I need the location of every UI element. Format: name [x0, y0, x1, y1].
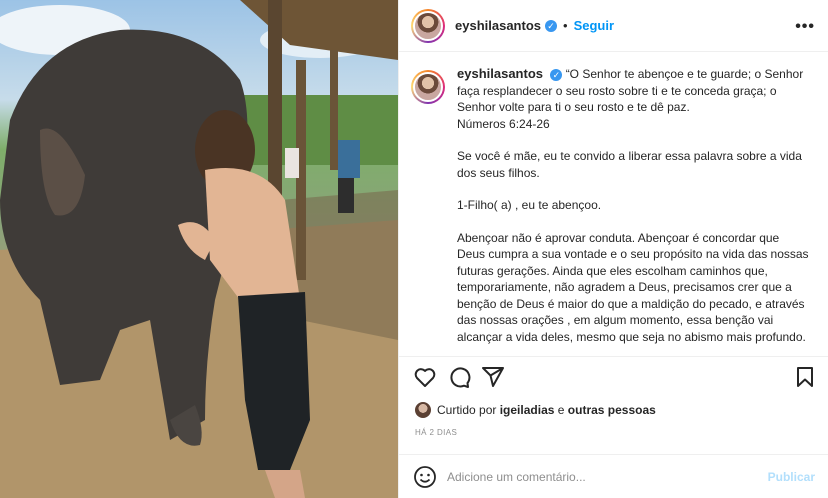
- caption-username[interactable]: eyshilasantos: [457, 66, 543, 81]
- heart-icon[interactable]: [413, 365, 437, 389]
- more-options-icon[interactable]: •••: [795, 18, 815, 36]
- caption-avatar[interactable]: [411, 70, 445, 104]
- follow-button[interactable]: Seguir: [574, 18, 614, 33]
- author-avatar[interactable]: [411, 8, 445, 43]
- publish-button[interactable]: Publicar: [768, 470, 815, 484]
- liker-avatar[interactable]: [415, 402, 431, 418]
- separator-dot: •: [563, 18, 568, 33]
- likes-connector: e: [557, 403, 565, 417]
- author-username[interactable]: eyshilasantos: [455, 18, 541, 33]
- avatar-image: [413, 72, 443, 102]
- liker-username[interactable]: igeiladias: [500, 403, 555, 417]
- likes-prefix: Curtido por: [437, 403, 497, 417]
- verified-icon: ✓: [545, 19, 557, 32]
- caption-paragraph-4: Abençoar não é aprovar conduta. Abençoar…: [457, 230, 809, 344]
- caption-section: eyshilasantos ✓ “O Senhor te abençoe e t…: [399, 66, 828, 356]
- bookmark-icon[interactable]: [793, 365, 817, 389]
- comment-icon[interactable]: [447, 365, 471, 389]
- verified-icon: ✓: [550, 68, 563, 81]
- likes-others-link[interactable]: outras pessoas: [568, 403, 656, 417]
- caption-reference: Números 6:24-26: [457, 116, 550, 131]
- share-icon[interactable]: [481, 365, 505, 389]
- avatar-image: [413, 10, 443, 41]
- emoji-icon[interactable]: [413, 465, 437, 489]
- caption-text: eyshilasantos ✓ “O Senhor te abençoe e t…: [457, 66, 809, 356]
- post-photo[interactable]: [0, 0, 398, 498]
- post-panel: eyshilasantos ✓ • Seguir ••• eyshilasant…: [398, 0, 828, 498]
- likes-summary: Curtido por igeiladias e outras pessoas: [415, 402, 656, 418]
- post-timestamp[interactable]: HÁ 2 DIAS: [415, 428, 457, 437]
- caption-paragraph-2: Se você é mãe, eu te convido a liberar e…: [457, 149, 802, 180]
- comment-bar: Publicar: [399, 454, 828, 498]
- post-header: eyshilasantos ✓ • Seguir •••: [399, 0, 828, 52]
- comment-input[interactable]: [447, 469, 747, 484]
- caption-paragraph-3: 1-Filho( a) , eu te abençoo.: [457, 198, 602, 212]
- caption-paragraph-1: eyshilasantos ✓ “O Senhor te abençoe e t…: [457, 66, 809, 132]
- action-bar: [399, 356, 828, 396]
- photo-scene: [0, 0, 398, 498]
